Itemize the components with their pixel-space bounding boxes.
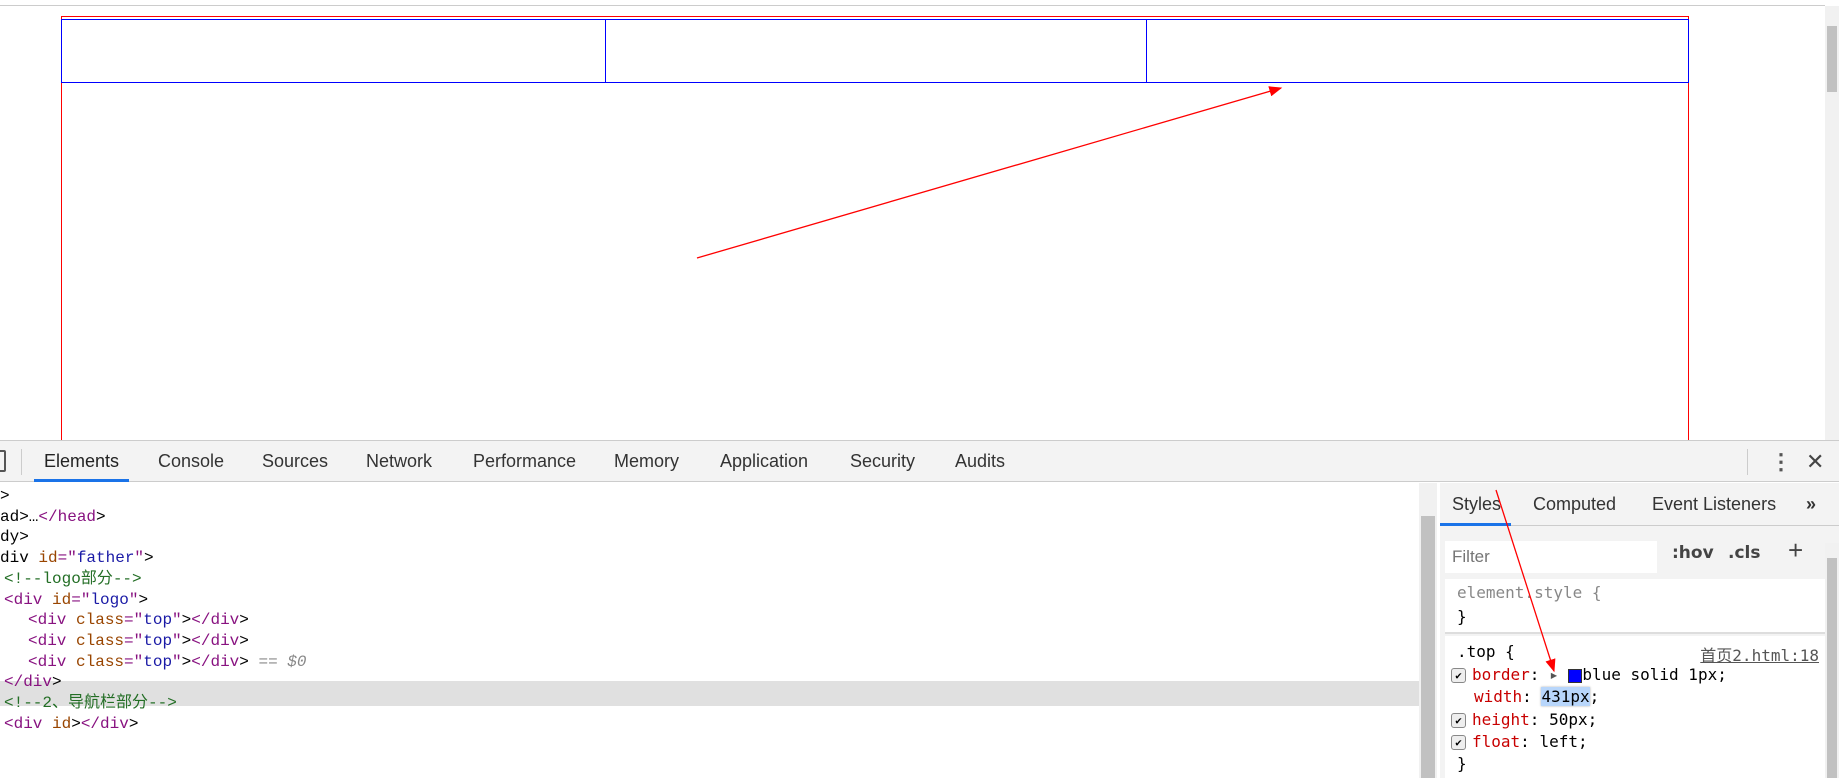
annotation-arrows bbox=[696, 86, 1556, 673]
annotation-arrow bbox=[1495, 489, 1556, 673]
annotation-arrow bbox=[696, 86, 1283, 259]
